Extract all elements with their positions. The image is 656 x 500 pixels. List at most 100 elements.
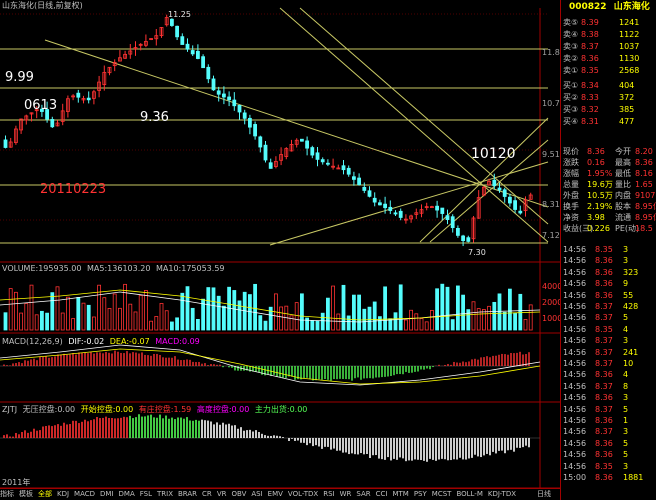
quote-value: 19.6万: [587, 180, 613, 189]
quote-value: 8.95亿: [635, 202, 656, 211]
indicator-tab[interactable]: TRIX: [157, 490, 173, 498]
candlestick: [258, 136, 263, 148]
indicator-tab[interactable]: KDJ-TDX: [488, 490, 516, 498]
volume-bar: [206, 287, 211, 331]
candlestick: [450, 216, 455, 229]
kline-chart-area[interactable]: 山东海化(日线,前复权) 11.89 10.70 9.51 8.31 7.12 …: [0, 0, 567, 500]
sell-order-price: 8.37: [581, 42, 599, 51]
indicator-tab[interactable]: BRAR: [178, 490, 197, 498]
candlestick: [346, 167, 351, 175]
tick-volume: 55: [623, 290, 634, 300]
macd-legend: MACD(12,26,9) DIF:-0.02 DEA:-0.07 MACD:0…: [2, 337, 200, 347]
tick-row: 14:56 8.37 5: [561, 404, 656, 415]
indicator-tab[interactable]: KDJ: [57, 490, 69, 498]
candlestick: [341, 165, 346, 171]
sell-order-price: 8.38: [581, 30, 599, 39]
indicator-tab[interactable]: CR: [202, 490, 212, 498]
buy-order-row: 买④ 8.31 477: [561, 116, 656, 127]
volume-bar: [346, 315, 351, 331]
candlestick: [247, 117, 252, 128]
candlestick: [518, 210, 523, 214]
volume-bar: [450, 319, 455, 331]
indicator-tab[interactable]: EMV: [268, 490, 283, 498]
candlestick: [367, 190, 372, 197]
indicator-tab[interactable]: BOLL-M: [456, 490, 482, 498]
candlestick: [3, 139, 8, 148]
indicator-tab[interactable]: PSY: [414, 490, 427, 498]
candlestick: [185, 43, 190, 50]
indicator-tab[interactable]: OBV: [231, 490, 246, 498]
candlestick: [507, 196, 512, 204]
tick-row: 14:56 8.36 4: [561, 369, 656, 380]
candlestick: [398, 210, 403, 218]
quote-value: 0.16: [587, 158, 605, 167]
indicator-tab[interactable]: WR: [340, 490, 352, 498]
tick-price: 8.36: [595, 279, 613, 289]
sell-order-label: 卖①: [563, 66, 579, 75]
tick-volume: 3: [623, 427, 629, 437]
indicator-tab[interactable]: DMA: [119, 490, 135, 498]
volume-bar: [45, 312, 49, 331]
sell-order-row: 卖⑤ 8.39 1241: [561, 17, 656, 28]
indicator-tab[interactable]: FSL: [140, 490, 152, 498]
indicator-tab[interactable]: RSI: [323, 490, 334, 498]
tick-time: 14:56: [563, 347, 587, 357]
indicator-tab[interactable]: 全部: [38, 490, 52, 498]
buy-order-label: 买①: [563, 81, 579, 90]
sell-order-volume: 2568: [619, 66, 640, 75]
tick-row: 14:56 8.36 9: [561, 278, 656, 289]
volume-bar: [502, 311, 507, 331]
indicator-tab[interactable]: DMI: [100, 490, 114, 498]
tick-row: 14:56 8.37 5: [561, 312, 656, 323]
tick-volume: 3: [623, 245, 629, 254]
tick-price: 8.36: [595, 290, 613, 300]
volume-bar: [263, 320, 268, 331]
tick-price: 8.37: [595, 381, 613, 391]
volume-bar: [497, 293, 502, 331]
macd-legend-name: MACD(12,26,9): [2, 337, 63, 346]
quote-label: 涨幅: [563, 169, 579, 178]
indicator-tab[interactable]: SAR: [356, 490, 370, 498]
tick-price: 8.37: [595, 313, 613, 323]
candlestick: [221, 93, 226, 98]
indicator-tab[interactable]: VR: [217, 490, 227, 498]
sell-order-label: 卖④: [563, 30, 579, 39]
indicator-tab[interactable]: ASI: [251, 490, 262, 498]
quote-label: 净资: [563, 213, 579, 222]
volume-bar: [440, 283, 445, 331]
tick-time: 14:56: [563, 313, 587, 323]
buy-order-label: 买④: [563, 117, 579, 126]
stock-code: 000822: [569, 2, 607, 12]
zjtj-legend-l2: 开始控盘:0.00: [80, 405, 134, 414]
tick-price: 8.35: [595, 245, 613, 254]
buy-order-volume: 385: [619, 105, 635, 114]
volume-bar: [190, 307, 195, 331]
indicator-tab[interactable]: CCI: [376, 490, 388, 498]
indicator-tab[interactable]: MCST: [432, 490, 452, 498]
tick-row: 14:56 8.36 5: [561, 449, 656, 460]
indicator-tab[interactable]: VOL-TDX: [288, 490, 318, 498]
volume-legend-ma5: MA5:136103.20: [87, 264, 151, 273]
tick-time: 14:56: [563, 393, 587, 403]
volume-bar: [435, 288, 440, 331]
quote-label: 涨跌: [563, 158, 579, 167]
indicator-tab[interactable]: MACD: [74, 490, 95, 498]
candlestick: [320, 159, 325, 163]
indicator-tab[interactable]: 模板: [19, 490, 33, 498]
quote-row: 净资 3.98 流通 8.95亿: [561, 212, 656, 223]
annotation-999: 9.99: [5, 70, 34, 85]
tick-row: 14:56 8.37 10: [561, 358, 656, 369]
sell-order-label: 卖③: [563, 42, 579, 51]
tick-row: 14:56 8.35 3: [561, 461, 656, 472]
sell-order-row: 卖② 8.36 1130: [561, 53, 656, 64]
zjtj-legend-name: ZJTJ: [2, 405, 18, 414]
tick-volume: 4: [623, 324, 629, 334]
candlestick: [169, 18, 174, 26]
sell-order-price: 8.36: [581, 54, 599, 63]
volume-bar: [383, 286, 388, 331]
indicator-tab[interactable]: MTM: [392, 490, 408, 498]
tick-volume: 1881: [623, 473, 644, 482]
period-label[interactable]: 日线: [537, 489, 551, 500]
indicator-tab[interactable]: 指标: [0, 490, 14, 498]
quote-value: 10.5万: [587, 191, 613, 200]
